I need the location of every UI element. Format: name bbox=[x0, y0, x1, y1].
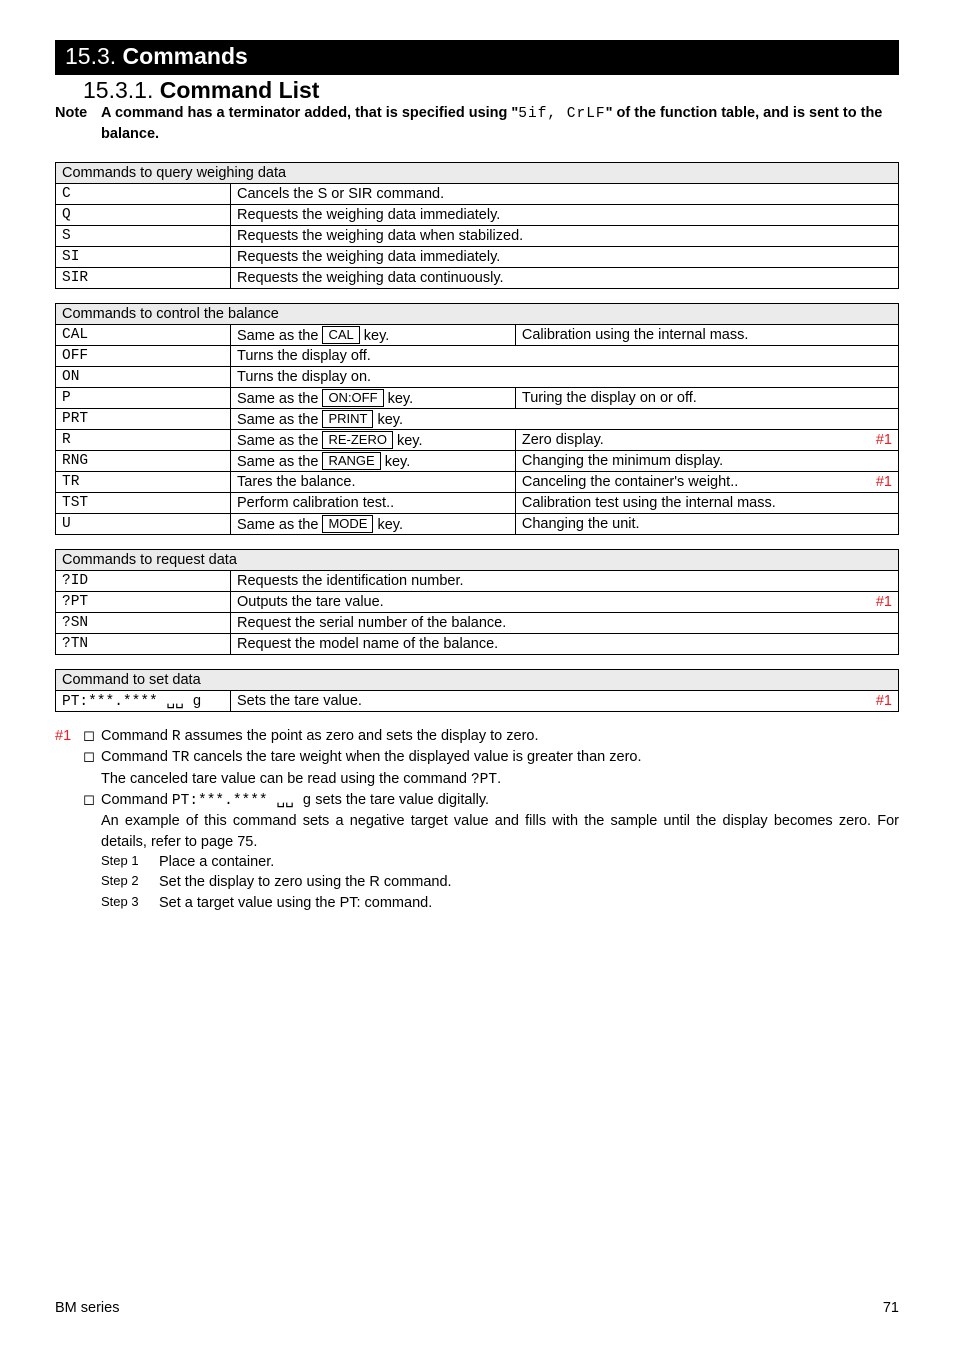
table-row: CCancels the S or SIR command. bbox=[56, 184, 899, 205]
table-row: PT:***.**** ␣␣ g Sets the tare value.#1 bbox=[56, 691, 899, 712]
steps-list: Step 1Place a container. Step 2Set the d… bbox=[55, 852, 899, 913]
table-row: ?PT Outputs the tare value.#1 bbox=[56, 592, 899, 613]
table-row: OFFTurns the display off. bbox=[56, 346, 899, 367]
step-item: Step 3Set a target value using the PT: c… bbox=[101, 893, 899, 913]
note-text: A command has a terminator added, that i… bbox=[101, 104, 897, 144]
table-row: PRT Same as the PRINT key. bbox=[56, 409, 899, 430]
table-row: RNG Same as the RANGE key. Changing the … bbox=[56, 451, 899, 472]
note-block: Note A command has a terminator added, t… bbox=[55, 104, 899, 144]
bullet-icon: ◻ bbox=[83, 747, 101, 790]
table-row: CAL Same as the CAL key. Calibration usi… bbox=[56, 325, 899, 346]
table-title: Commands to control the balance bbox=[56, 304, 899, 325]
table-row: SRequests the weighing data when stabili… bbox=[56, 226, 899, 247]
note-label: Note bbox=[55, 104, 97, 124]
table-row: ?SNRequest the serial number of the bala… bbox=[56, 613, 899, 634]
table-title: Command to set data bbox=[56, 670, 899, 691]
subsection-title: Command List bbox=[160, 77, 320, 103]
table-title: Commands to request data bbox=[56, 550, 899, 571]
table-query: Commands to query weighing data CCancels… bbox=[55, 162, 899, 289]
subsection-number: 15.3.1. bbox=[83, 77, 153, 103]
cal-key: CAL bbox=[322, 326, 359, 344]
footnotes: #1 ◻ Command R assumes the point as zero… bbox=[55, 726, 899, 913]
onoff-key: ON:OFF bbox=[322, 389, 383, 407]
subsection-header: 15.3.1. Command List bbox=[83, 77, 899, 104]
footnote-item: ◻ Command PT:***.**** ␣␣ g sets the tare… bbox=[55, 790, 899, 852]
table-title: Commands to query weighing data bbox=[56, 163, 899, 184]
table-row: TR Tares the balance. Canceling the cont… bbox=[56, 472, 899, 493]
table-row: ONTurns the display on. bbox=[56, 367, 899, 388]
bullet-icon: ◻ bbox=[83, 726, 101, 747]
tag-ref: #1 bbox=[876, 474, 892, 490]
tag-ref: #1 bbox=[55, 726, 83, 747]
table-row: U Same as the MODE key. Changing the uni… bbox=[56, 514, 899, 535]
step-item: Step 1Place a container. bbox=[101, 852, 899, 872]
footnote-item: ◻ Command TR cancels the tare weight whe… bbox=[55, 747, 899, 790]
bullet-icon: ◻ bbox=[83, 790, 101, 852]
table-row: SIRRequests the weighing data continuous… bbox=[56, 268, 899, 289]
section-header: 15.3. Commands bbox=[55, 40, 899, 75]
range-key: RANGE bbox=[322, 452, 380, 470]
footnote-item: #1 ◻ Command R assumes the point as zero… bbox=[55, 726, 899, 747]
tag-ref: #1 bbox=[876, 594, 892, 610]
section-number: 15.3. bbox=[65, 43, 116, 69]
print-key: PRINT bbox=[322, 410, 373, 428]
tag-ref: #1 bbox=[876, 693, 892, 709]
table-control: Commands to control the balance CAL Same… bbox=[55, 303, 899, 535]
footer-left: BM series bbox=[55, 1300, 119, 1316]
page-footer: BM series 71 bbox=[55, 1300, 899, 1316]
step-item: Step 2Set the display to zero using the … bbox=[101, 872, 899, 892]
table-request: Commands to request data ?IDRequests the… bbox=[55, 549, 899, 655]
table-row: SIRequests the weighing data immediately… bbox=[56, 247, 899, 268]
note-segment: 5if, CrLF bbox=[518, 106, 605, 122]
table-row: P Same as the ON:OFF key. Turing the dis… bbox=[56, 388, 899, 409]
section-title: Commands bbox=[123, 43, 248, 69]
table-row: QRequests the weighing data immediately. bbox=[56, 205, 899, 226]
table-set: Command to set data PT:***.**** ␣␣ g Set… bbox=[55, 669, 899, 712]
table-row: ?TNRequest the model name of the balance… bbox=[56, 634, 899, 655]
tag-ref: #1 bbox=[876, 432, 892, 448]
table-row: ?IDRequests the identification number. bbox=[56, 571, 899, 592]
rezero-key: RE-ZERO bbox=[322, 431, 393, 449]
table-row: TST Perform calibration test.. Calibrati… bbox=[56, 493, 899, 514]
table-row: R Same as the RE-ZERO key. Zero display.… bbox=[56, 430, 899, 451]
mode-key: MODE bbox=[322, 515, 373, 533]
page-number: 71 bbox=[883, 1300, 899, 1316]
